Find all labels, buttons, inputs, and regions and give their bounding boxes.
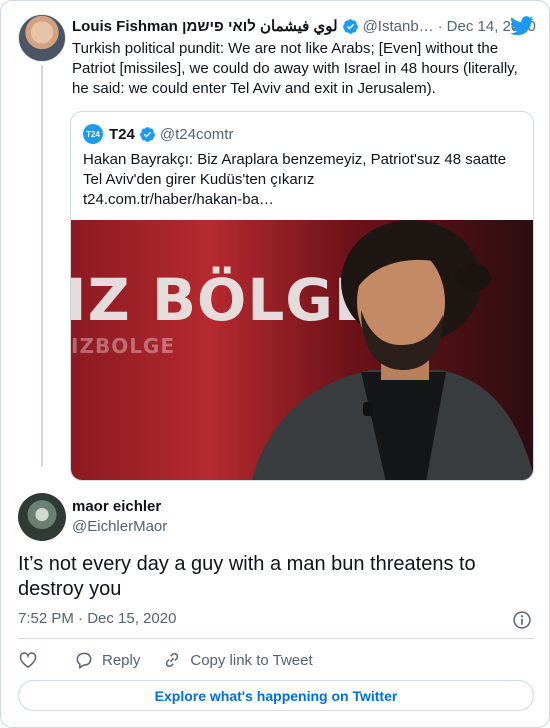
tweet-embed-card: Louis Fishman لوي فيشمان לואי פישמן @Ist… [0, 0, 550, 728]
reply-label: Reply [102, 651, 141, 669]
reply-tweet-text: It’s not every day a guy with a man bun … [18, 553, 476, 600]
quoted-tweet-media[interactable]: IZ BÖLGE IZBOLGE [71, 220, 533, 480]
explore-twitter-button[interactable]: Explore what's happening on Twitter [18, 680, 534, 711]
parent-tweet-text: Turkish political pundit: We are not lik… [72, 40, 518, 97]
reply-button[interactable]: Reply [74, 650, 140, 670]
quoted-author-handle: @t24comtr [159, 125, 234, 143]
copy-link-label: Copy link to Tweet [190, 651, 313, 669]
divider [18, 638, 534, 639]
link-icon [166, 652, 179, 668]
reply-author-handle[interactable]: @EichlerMaor [72, 518, 167, 535]
separator-dot: · [437, 17, 443, 35]
heart-icon [19, 652, 37, 668]
reply-author-avatar[interactable] [18, 493, 66, 541]
quoted-tweet-text: Hakan Bayrakçı: Biz Araplara benzemeyiz,… [83, 150, 523, 210]
info-icon[interactable] [512, 610, 532, 630]
verified-badge-icon [139, 126, 155, 142]
parent-tweet-header: Louis Fishman لوي فيشمان לואי פישמן @Ist… [72, 15, 536, 37]
verified-badge-icon [342, 18, 358, 34]
quoted-tweet-link[interactable]: t24.com.tr/haber/hakan-ba… [83, 190, 523, 210]
reply-bubble-icon [76, 652, 92, 669]
man-portrait-image [251, 220, 533, 480]
media-overlay-subtext: IZBOLGE [71, 334, 176, 358]
quoted-tweet[interactable]: T24 T24 @t24comtr Hakan Bayrakçı: Biz Ar… [70, 111, 534, 481]
thread-connector-line [41, 65, 43, 467]
action-bar: Reply Copy link to Tweet [18, 649, 335, 671]
quoted-tweet-body: Hakan Bayrakçı: Biz Araplara benzemeyiz,… [83, 151, 507, 188]
reply-timestamp[interactable]: 7:52 PM · Dec 15, 2020 [18, 610, 176, 627]
quoted-tweet-header: T24 T24 @t24comtr [83, 124, 233, 144]
like-button[interactable] [18, 650, 38, 670]
t24-avatar: T24 [83, 124, 103, 144]
parent-author-handle[interactable]: @Istanb… [363, 18, 434, 35]
parent-author-name[interactable]: Louis Fishman لوي فيشمان לואי פישמן [72, 17, 338, 35]
quoted-author-name: T24 [109, 125, 135, 143]
reply-author-name[interactable]: maor eichler [72, 498, 161, 515]
copy-link-button[interactable]: Copy link to Tweet [162, 650, 313, 670]
parent-author-avatar[interactable] [18, 14, 66, 62]
twitter-logo-icon[interactable] [510, 16, 534, 36]
